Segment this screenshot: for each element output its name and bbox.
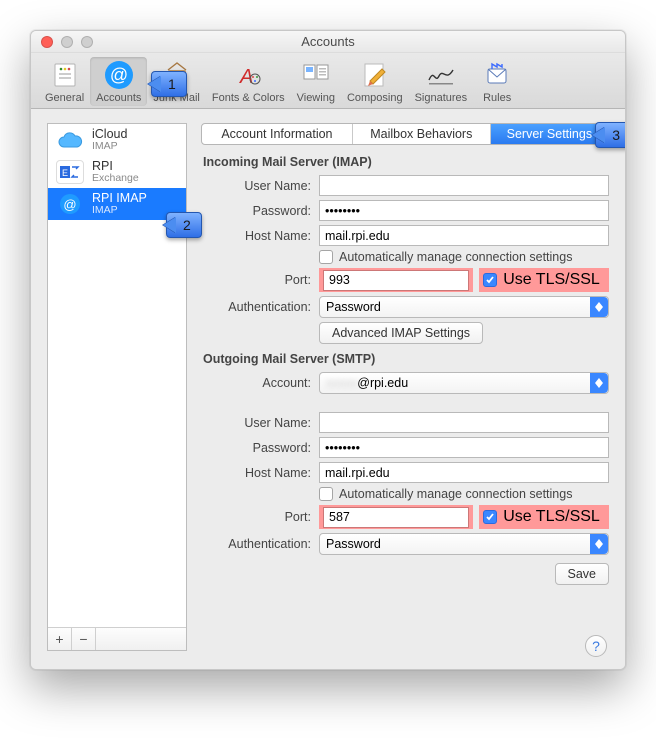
outgoing-password-field[interactable]	[319, 437, 609, 458]
remove-account-button[interactable]: −	[72, 628, 96, 650]
accounts-list: iCloud IMAP E RPI Exchange	[48, 124, 186, 627]
callout-1: 1	[151, 71, 187, 97]
outgoing-password-label: Password:	[201, 441, 319, 455]
incoming-auth-label: Authentication:	[201, 300, 319, 314]
updown-icon	[590, 373, 608, 393]
sidebar-item-icloud[interactable]: iCloud IMAP	[48, 124, 186, 156]
incoming-automanage-row[interactable]: Automatically manage connection settings	[319, 250, 609, 264]
callout-3: 3	[595, 122, 626, 148]
incoming-username-field[interactable]	[319, 175, 609, 196]
outgoing-hostname-label: Host Name:	[201, 466, 319, 480]
outgoing-section-title: Outgoing Mail Server (SMTP)	[203, 352, 609, 366]
svg-text:A: A	[239, 66, 253, 88]
sidebar-item-sublabel: Exchange	[92, 173, 139, 184]
accounts-sidebar: iCloud IMAP E RPI Exchange	[47, 123, 187, 651]
preferences-toolbar: General @ Accounts Junk Mail	[31, 53, 625, 109]
zoom-button[interactable]	[81, 36, 93, 48]
checkbox-unchecked-icon[interactable]	[319, 487, 333, 501]
viewing-icon	[298, 59, 334, 91]
exchange-icon: E	[56, 160, 84, 184]
tabbar: Account Information Mailbox Behaviors Se…	[201, 123, 609, 145]
imap-icon: @	[56, 192, 84, 216]
callout-2: 2	[166, 212, 202, 238]
outgoing-account-select[interactable]: xxxxx@rpi.edu	[319, 372, 609, 394]
sidebar-item-rpi-exchange[interactable]: E RPI Exchange	[48, 156, 186, 188]
incoming-hostname-label: Host Name:	[201, 229, 319, 243]
outgoing-tls-checkbox[interactable]	[483, 510, 497, 524]
main-panel: Account Information Mailbox Behaviors Se…	[201, 123, 609, 651]
svg-text:E: E	[62, 168, 68, 178]
icloud-icon	[56, 128, 84, 152]
incoming-hostname-field[interactable]	[319, 225, 609, 246]
svg-text:@: @	[63, 197, 76, 212]
general-icon	[47, 59, 83, 91]
sidebar-item-sublabel: IMAP	[92, 141, 127, 152]
body: iCloud IMAP E RPI Exchange	[31, 109, 625, 669]
accounts-preferences-window: Accounts General @	[30, 30, 626, 670]
outgoing-auth-label: Authentication:	[201, 537, 319, 551]
outgoing-username-label: User Name:	[201, 416, 319, 430]
outgoing-port-label: Port:	[201, 510, 319, 524]
save-button[interactable]: Save	[555, 563, 610, 585]
accounts-icon: @	[101, 59, 137, 91]
window-controls	[41, 36, 93, 48]
composing-icon	[357, 59, 393, 91]
toolbar-viewing[interactable]: Viewing	[291, 57, 341, 106]
incoming-automanage-label: Automatically manage connection settings	[339, 250, 572, 264]
outgoing-automanage-label: Automatically manage connection settings	[339, 487, 572, 501]
minimize-button[interactable]	[61, 36, 73, 48]
sidebar-item-sublabel: IMAP	[92, 205, 147, 216]
incoming-port-field[interactable]	[323, 270, 469, 291]
incoming-port-label: Port:	[201, 273, 319, 287]
tab-account-information[interactable]: Account Information	[202, 124, 353, 144]
incoming-tls-checkbox[interactable]	[483, 273, 497, 287]
help-button[interactable]: ?	[585, 635, 607, 657]
outgoing-automanage-row[interactable]: Automatically manage connection settings	[319, 487, 609, 501]
advanced-imap-settings-button[interactable]: Advanced IMAP Settings	[319, 322, 483, 344]
svg-text:@: @	[110, 65, 128, 85]
window-title: Accounts	[31, 34, 625, 49]
incoming-auth-select[interactable]: Password	[319, 296, 609, 318]
add-account-button[interactable]: +	[48, 628, 72, 650]
toolbar-signatures[interactable]: Signatures	[409, 57, 474, 106]
incoming-section-title: Incoming Mail Server (IMAP)	[203, 155, 609, 169]
updown-icon	[590, 297, 608, 317]
toolbar-accounts[interactable]: @ Accounts	[90, 57, 147, 106]
rules-icon	[479, 59, 515, 91]
toolbar-general[interactable]: General	[39, 57, 90, 106]
updown-icon	[590, 534, 608, 554]
outgoing-port-field[interactable]	[323, 507, 469, 528]
sidebar-footer: + −	[48, 627, 186, 650]
outgoing-username-field[interactable]	[319, 412, 609, 433]
toolbar-rules[interactable]: Rules	[473, 57, 521, 106]
outgoing-tls-label: Use TLS/SSL	[503, 508, 600, 526]
fonts-colors-icon: A	[230, 59, 266, 91]
checkbox-unchecked-icon[interactable]	[319, 250, 333, 264]
toolbar-composing[interactable]: Composing	[341, 57, 409, 106]
toolbar-fonts-colors[interactable]: A Fonts & Colors	[206, 57, 291, 106]
tab-mailbox-behaviors[interactable]: Mailbox Behaviors	[353, 124, 491, 144]
outgoing-hostname-field[interactable]	[319, 462, 609, 483]
signatures-icon	[423, 59, 459, 91]
incoming-username-label: User Name:	[201, 179, 319, 193]
incoming-password-field[interactable]	[319, 200, 609, 221]
titlebar: Accounts	[31, 31, 625, 53]
close-button[interactable]	[41, 36, 53, 48]
outgoing-auth-select[interactable]: Password	[319, 533, 609, 555]
incoming-tls-label: Use TLS/SSL	[503, 271, 600, 289]
incoming-password-label: Password:	[201, 204, 319, 218]
outgoing-account-label: Account:	[201, 376, 319, 390]
